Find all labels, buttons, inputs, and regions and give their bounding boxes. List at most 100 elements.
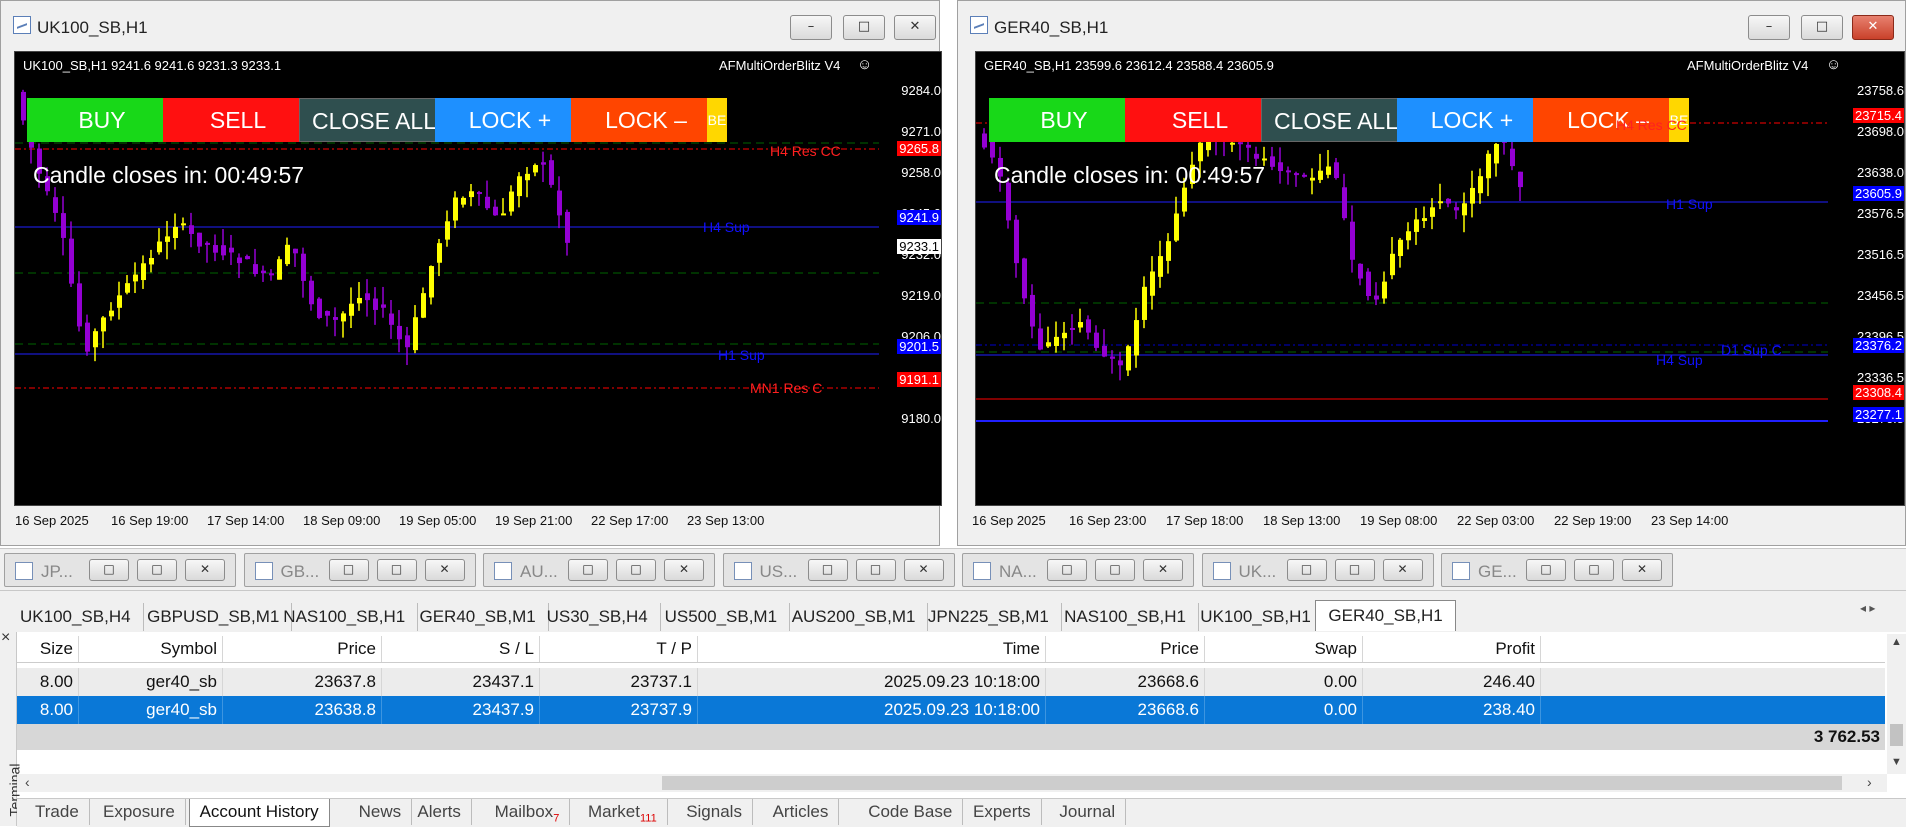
restore-button[interactable]: □ [1526,559,1566,581]
chart-tab[interactable]: US30_SB,H4 [535,603,661,631]
close-button[interactable]: ✕ [664,559,704,581]
restore-button[interactable]: □ [807,559,848,581]
close-button[interactable]: ✕ [903,559,944,581]
minimize-button[interactable]: – [790,15,832,40]
maximize-button[interactable]: □ [376,559,417,581]
chart-tab[interactable]: NAS100_SB,H1 [271,603,419,631]
minimized-window-tab[interactable]: GE... □ □ ✕ [1441,553,1673,587]
scroll-down-icon[interactable]: ▼ [1891,756,1902,768]
minimized-window-tab[interactable]: NA... □ □ ✕ [962,553,1194,587]
chart-tab[interactable]: AUS200_SB,M1 [780,603,929,631]
vertical-scrollbar[interactable]: ▲ ▼ [1887,634,1906,774]
price-chart[interactable]: UK100_SB,H1 9241.6 9241.6 9231.3 9233.1 … [14,51,942,506]
scroll-right-icon[interactable]: › [1867,774,1872,790]
terminal-tab[interactable]: Mailbox7 [485,799,571,825]
column-header[interactable]: Symbol [79,636,223,662]
close-button[interactable]: ✕ [1382,559,1423,581]
terminal-tab[interactable]: Exposure [93,799,186,825]
maximize-button[interactable]: □ [137,559,177,581]
trade-button-0[interactable]: BUY [27,98,177,142]
trade-button-4[interactable]: LOCK – [571,98,721,142]
column-header[interactable]: Time [698,636,1046,662]
trade-button-0[interactable]: BUY [989,98,1139,142]
minimized-window-tab[interactable]: GB... □ □ ✕ [243,553,476,587]
terminal-tab[interactable]: Signals [676,799,753,825]
candle-body [1478,176,1483,194]
trade-button-3[interactable]: LOCK + [435,98,585,142]
terminal-tab[interactable]: Journal [1049,799,1127,825]
chart-tab[interactable]: GBPUSD_SB,M1 [135,603,293,631]
close-button[interactable]: ✕ [185,559,225,581]
window-titlebar[interactable]: GER40_SB,H1 – □ ✕ [958,1,1905,51]
maximize-button[interactable]: □ [616,559,656,581]
terminal-tab[interactable]: Market111 [578,799,668,825]
minimized-window-tab[interactable]: AU... □ □ ✕ [483,553,715,587]
maximize-button[interactable]: □ [1334,559,1375,581]
window-titlebar[interactable]: UK100_SB,H1 – □ ✕ [1,1,939,51]
column-header[interactable]: Swap [1205,636,1363,662]
column-header[interactable]: Price [223,636,382,662]
table-row[interactable]: 8.00 ger40_sb 23637.8 23437.1 23737.1 2025.09… [17,668,1885,696]
trade-button-1[interactable]: SELL [1125,98,1275,142]
table-row[interactable]: 8.00 ger40_sb 23638.8 23437.9 23737.9 2025.09… [17,696,1885,724]
terminal-tab[interactable]: Code Base [858,799,964,825]
scroll-thumb[interactable] [1890,724,1903,746]
trade-button-5[interactable]: BE [707,98,727,142]
maximize-button[interactable]: □ [1801,15,1843,40]
scroll-up-icon[interactable]: ▲ [1891,636,1902,648]
close-button[interactable]: ✕ [1143,559,1183,581]
candle-body [1102,345,1107,357]
trade-button-2[interactable]: CLOSE ALL [1261,98,1411,142]
maximize-button[interactable]: □ [1095,559,1135,581]
minimized-window-tab[interactable]: US... □ □ ✕ [722,553,955,587]
trade-button-2[interactable]: CLOSE ALL [299,98,449,142]
close-button[interactable]: ✕ [424,559,465,581]
close-button[interactable]: ✕ [894,15,936,40]
price-tag: 9191.1 [897,372,941,387]
column-header[interactable]: S / L [382,636,540,662]
restore-button[interactable]: □ [89,559,129,581]
restore-button[interactable]: □ [1286,559,1327,581]
chart-tab[interactable]: UK100_SB,H1 [1188,603,1324,631]
terminal-tab[interactable]: Articles [763,799,840,825]
trade-button-1[interactable]: SELL [163,98,313,142]
terminal-tab[interactable]: Alerts [407,799,472,825]
terminal-tab[interactable]: Trade [25,799,90,825]
price-tag: 23308.4 [1853,385,1904,400]
close-terminal-icon[interactable]: × [1,629,10,647]
restore-button[interactable]: □ [1047,559,1087,581]
chart-tab[interactable]: GER40_SB,M1 [408,603,549,631]
chart-tab[interactable]: JPN225_SB,M1 [916,603,1062,631]
scroll-left-icon[interactable]: ‹ [25,774,30,790]
minimized-window-tab[interactable]: UK... □ □ ✕ [1201,553,1434,587]
maximize-button[interactable]: □ [855,559,896,581]
minimize-button[interactable]: – [1748,15,1790,40]
tab-scroll-arrows-icon[interactable]: ◂ ▸ [1860,601,1875,615]
horizontal-scrollbar[interactable]: ‹ › [17,774,1887,792]
candle-body [1110,356,1115,359]
column-header[interactable]: Size [17,636,79,662]
scroll-thumb[interactable] [662,776,1842,790]
close-button[interactable]: ✕ [1852,15,1894,40]
candle-body [565,211,570,243]
terminal-tab[interactable]: Experts [963,799,1042,825]
maximize-button[interactable]: □ [843,15,885,40]
chart-tab[interactable]: GER40_SB,H1 [1315,600,1456,631]
column-header[interactable]: T / P [540,636,698,662]
maximize-button[interactable]: □ [1574,559,1614,581]
restore-button[interactable]: □ [568,559,608,581]
terminal-tab[interactable]: Account History [188,799,330,827]
column-header[interactable]: Profit [1363,636,1541,662]
chart-tab[interactable]: US500_SB,M1 [653,603,791,631]
restore-button[interactable]: □ [328,559,369,581]
candle-body [1278,162,1283,172]
trade-button-3[interactable]: LOCK + [1397,98,1547,142]
chart-tab[interactable]: UK100_SB,H4 [8,603,144,631]
column-header[interactable]: Price [1046,636,1205,662]
close-button[interactable]: ✕ [1622,559,1662,581]
chart-tab[interactable]: NAS100_SB,H1 [1052,603,1199,631]
candle-body [405,335,410,348]
price-chart[interactable]: GER40_SB,H1 23599.6 23612.4 23588.4 2360… [975,51,1905,506]
minimized-window-tab[interactable]: JP... □ □ ✕ [4,553,236,587]
terminal-tab[interactable]: News [349,799,413,825]
